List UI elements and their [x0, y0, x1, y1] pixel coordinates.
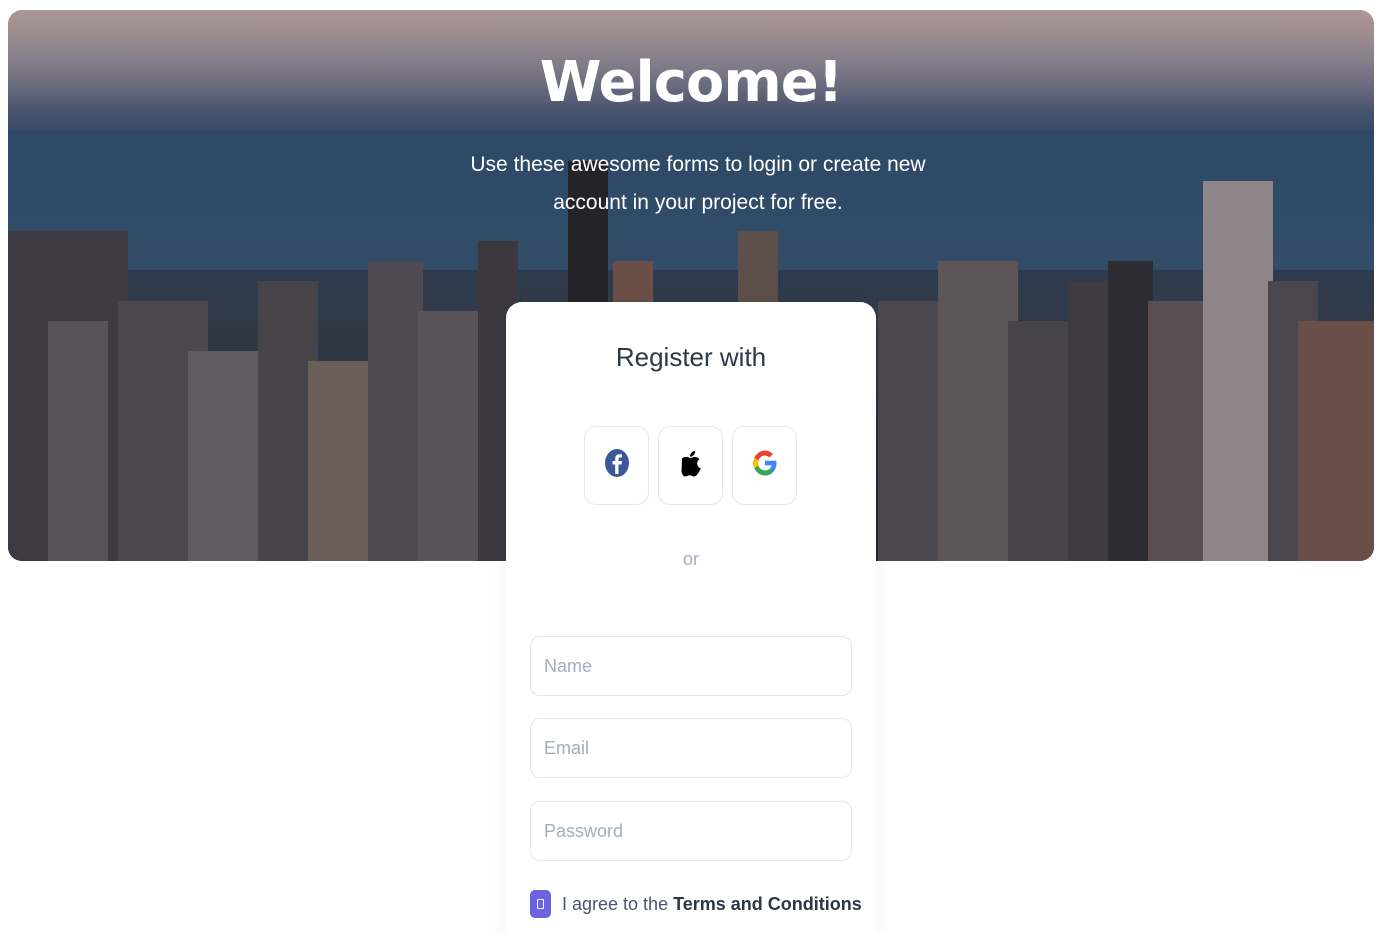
terms-prefix: I agree to the [562, 893, 669, 914]
or-divider: or [682, 549, 699, 569]
email-input[interactable] [530, 718, 852, 778]
card-title: Register with [615, 342, 767, 372]
register-card: Register with or Name Email I agree to t… [506, 302, 876, 933]
terms-label: I agree to the Terms and Conditions [562, 894, 862, 915]
terms-link[interactable]: Terms and Conditions [673, 894, 862, 914]
terms-checkbox[interactable] [530, 890, 551, 918]
name-input[interactable] [530, 636, 852, 696]
google-button[interactable] [732, 426, 797, 505]
hero-subtitle: Use these awesome forms to login or crea… [470, 153, 926, 214]
hero-title: Welcome! [539, 50, 844, 115]
social-login-row [584, 426, 800, 506]
checkbox-glyph-icon [537, 899, 544, 909]
facebook-button[interactable] [584, 426, 649, 505]
facebook-icon [604, 448, 630, 483]
google-icon [752, 447, 778, 484]
terms-agreement: I agree to the Terms and Conditions [530, 890, 862, 918]
apple-button[interactable] [658, 426, 723, 505]
register-page: Welcome! Use these awesome forms to logi… [0, 0, 1380, 933]
apple-icon [680, 448, 702, 483]
password-input[interactable] [530, 801, 852, 861]
